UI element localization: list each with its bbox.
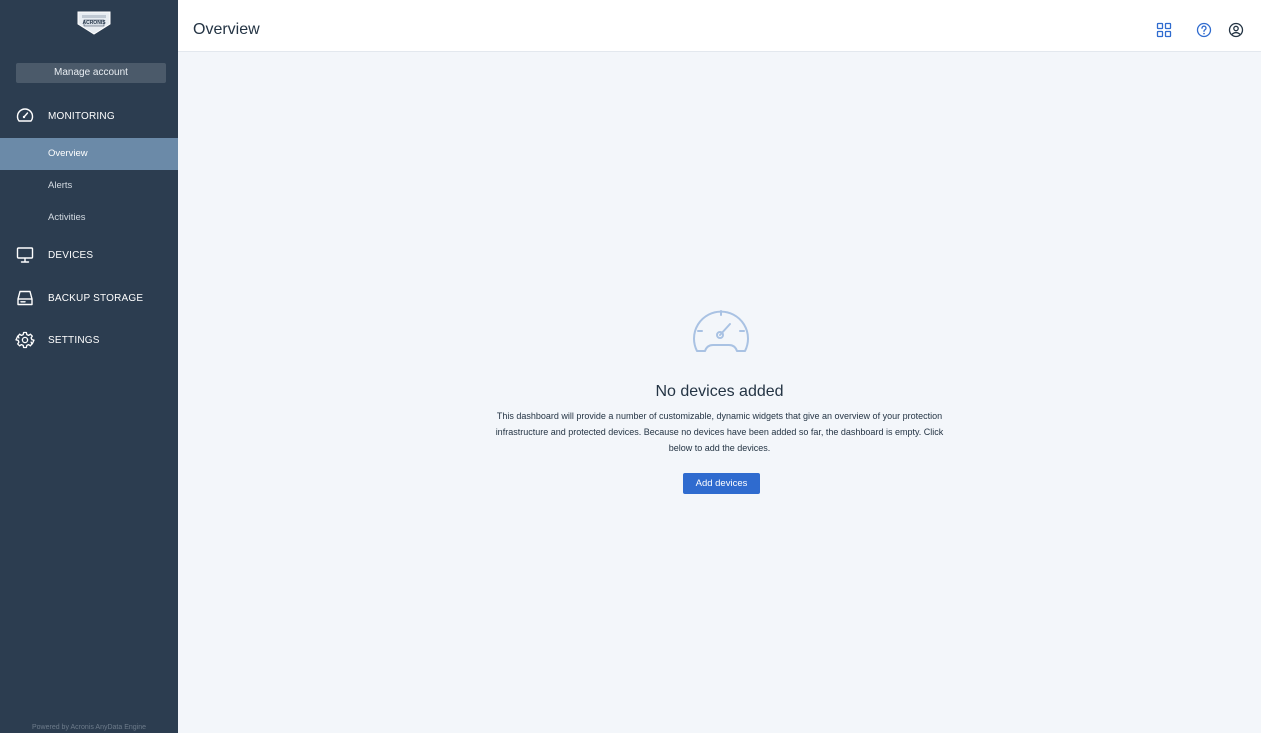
nav-section-label: SETTINGS bbox=[48, 334, 100, 346]
nav-section-settings[interactable]: SETTINGS bbox=[0, 328, 178, 352]
nav-section-label: DEVICES bbox=[48, 249, 94, 261]
gear-icon bbox=[15, 330, 35, 350]
sidebar-item-alerts[interactable]: Alerts bbox=[0, 170, 178, 202]
page-title: Overview bbox=[193, 21, 260, 38]
app-window: ACRONIS Manage account MONITORING Overvi… bbox=[0, 0, 1261, 733]
nav-section-backup-storage[interactable]: BACKUP STORAGE bbox=[0, 286, 178, 310]
sidebar-item-overview[interactable]: Overview bbox=[0, 138, 178, 170]
sidebar-item-label: Overview bbox=[48, 148, 88, 159]
nav-section-devices[interactable]: DEVICES bbox=[0, 243, 178, 267]
sidebar-item-label: Activities bbox=[48, 212, 86, 223]
nav-section-monitoring[interactable]: MONITORING bbox=[0, 104, 178, 128]
help-icon[interactable] bbox=[1196, 22, 1212, 38]
add-devices-button[interactable]: Add devices bbox=[683, 473, 760, 494]
empty-state-title: No devices added bbox=[655, 383, 784, 400]
nav-section-label: MONITORING bbox=[48, 110, 115, 122]
account-icon[interactable] bbox=[1228, 22, 1244, 38]
sidebar-footer: Powered by Acronis AnyData Engine bbox=[31, 724, 146, 731]
manage-account-button[interactable]: Manage account bbox=[16, 63, 166, 83]
brand-logo: ACRONIS bbox=[76, 10, 112, 36]
speedometer-icon bbox=[689, 305, 753, 361]
sidebar: ACRONIS Manage account MONITORING Overvi… bbox=[0, 0, 178, 733]
grid-icon[interactable] bbox=[1156, 22, 1172, 38]
nav-section-label: BACKUP STORAGE bbox=[48, 292, 144, 304]
speedometer-icon bbox=[15, 106, 35, 126]
empty-state-description: This dashboard will provide a number of … bbox=[495, 411, 944, 453]
sidebar-item-label: Alerts bbox=[48, 180, 73, 191]
monitor-icon bbox=[15, 245, 35, 265]
sidebar-item-activities[interactable]: Activities bbox=[0, 202, 178, 234]
top-header: Overview bbox=[178, 0, 1261, 52]
storage-icon bbox=[15, 288, 35, 308]
logo-text: ACRONIS bbox=[82, 20, 106, 26]
